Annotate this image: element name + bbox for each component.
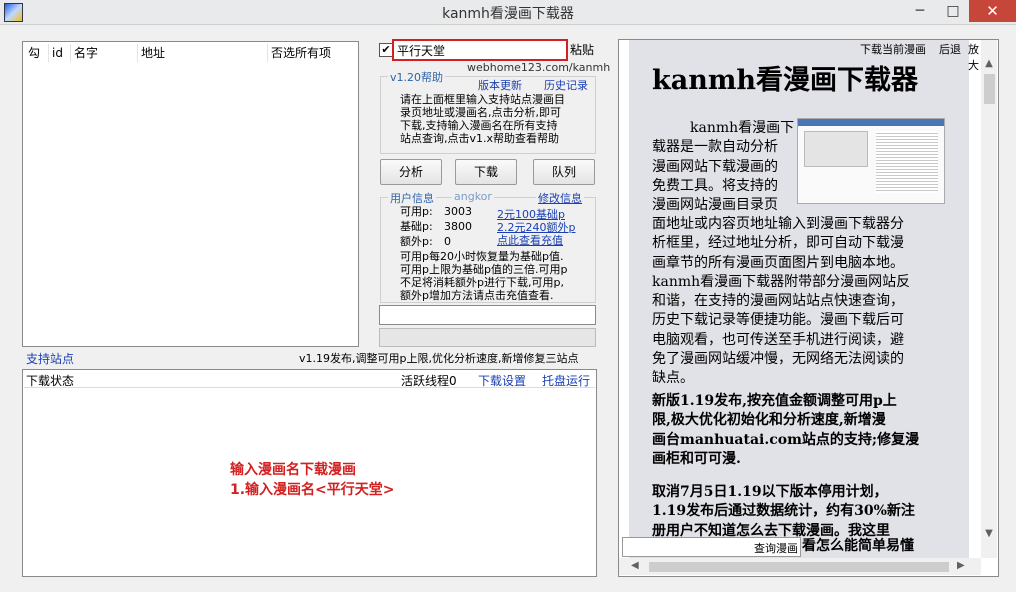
back-button[interactable]: 后退 bbox=[939, 41, 961, 57]
browser-content: 下载当前漫画 后退 放大 kanmh看漫画下载器 kanmh看漫画下 载器是一款… bbox=[619, 40, 981, 558]
history-link[interactable]: 历史记录 bbox=[544, 77, 588, 93]
download-panel[interactable]: 下载状态 活跃线程0 下载设置 托盘运行 输入漫画名下载漫画 1.输入漫画名<平… bbox=[22, 369, 597, 577]
vertical-scroll-thumb[interactable] bbox=[984, 74, 995, 104]
annotation-line: 1.输入漫画名<平行天堂> bbox=[230, 482, 395, 498]
task-list[interactable]: 勾 id 名字 地址 否选所有项 bbox=[22, 41, 359, 347]
note-line: 不足将消耗额外p进行下载,可用p, bbox=[400, 276, 564, 289]
scroll-right-icon[interactable]: ▶ bbox=[957, 560, 965, 571]
doc-line: 1.19发布后通过数据统计，约有30%新注 bbox=[652, 503, 915, 520]
status-textbox[interactable] bbox=[379, 305, 596, 325]
base-p-value: 3800 bbox=[444, 220, 472, 233]
help-text: 请在上面框里输入支持站点漫画目 录页地址或漫画名,点击分析,即可 下载,支持输入… bbox=[400, 93, 592, 145]
header-divider bbox=[24, 387, 595, 388]
close-button[interactable]: ✕ bbox=[969, 0, 1016, 22]
doc-title: kanmh看漫画下载器 bbox=[652, 65, 919, 96]
doc-line: 和谐，在支持的漫画网站站点快速查询， bbox=[652, 293, 904, 310]
update-paragraph: 新版1.19发布,按充值金额调整可用p上 限,极大优化初始化和分析速度,新增漫 … bbox=[652, 392, 976, 469]
doc-line: 缺点。 bbox=[652, 370, 694, 387]
thumbnail-text bbox=[876, 131, 938, 193]
queue-button[interactable]: 队列 bbox=[533, 159, 595, 185]
browser-panel[interactable]: 下载当前漫画 后退 放大 kanmh看漫画下载器 kanmh看漫画下 载器是一款… bbox=[618, 39, 999, 577]
scroll-up-icon[interactable]: ▲ bbox=[981, 58, 997, 69]
thumbnail-list bbox=[804, 131, 868, 167]
download-button[interactable]: 下载 bbox=[455, 159, 517, 185]
doc-line: 漫画网站漫画目录页 bbox=[652, 197, 778, 214]
scroll-left-icon[interactable]: ◀ bbox=[631, 560, 639, 571]
query-button[interactable]: 查询漫画 bbox=[754, 540, 798, 556]
help-line: 请在上面框里输入支持站点漫画目 bbox=[400, 93, 565, 106]
doc-line: 画章节的所有漫画页面图片到电脑本地。 bbox=[652, 254, 904, 271]
release-note: v1.19发布,调整可用p上限,优化分析速度,新增修复三站点 bbox=[299, 352, 579, 365]
doc-line: 新版1.19发布,按充值金额调整可用p上 bbox=[652, 393, 897, 409]
available-p-value: 3003 bbox=[444, 205, 472, 218]
doc-line: 画柜和可可漫. bbox=[652, 450, 741, 467]
paste-button[interactable]: 粘贴 bbox=[570, 41, 594, 58]
progress-bar bbox=[379, 328, 596, 347]
doc-line: 画台manhuatai.com站点的支持;修复漫 bbox=[652, 431, 920, 448]
comic-name-value: 平行天堂 bbox=[397, 44, 446, 58]
doc-line: 免了漫画网站缓冲慢，无网络无法阅读的 bbox=[652, 351, 904, 368]
p-note: 可用p每20小时恢复量为基础p值. 可用p上限为基础p值的三倍.可用p 不足将消… bbox=[400, 250, 594, 302]
doc-line: 载器是一款自动分析 bbox=[652, 139, 778, 156]
annotation: 输入漫画名下载漫画 1.输入漫画名<平行天堂> bbox=[230, 460, 395, 500]
support-sites-link[interactable]: 支持站点 bbox=[26, 350, 74, 367]
thumbnail-titlebar bbox=[798, 119, 944, 126]
doc-line: kanmh看漫画下载器附带部分漫画网站反 bbox=[652, 273, 911, 290]
scroll-down-icon[interactable]: ▼ bbox=[981, 528, 997, 539]
horizontal-scrollbar[interactable]: ◀ ▶ bbox=[619, 558, 981, 575]
help-line: 录页地址或漫画名,点击分析,即可 bbox=[400, 106, 561, 119]
extra-p-value: 0 bbox=[444, 235, 451, 248]
doc-line: 漫画网站下载漫画的 bbox=[652, 158, 778, 175]
doc-line: 免费工具。将支持的 bbox=[652, 177, 778, 194]
recharge-link-3[interactable]: 点此查看充值 bbox=[497, 232, 563, 248]
note-line: 额外p增加方法请点击充值查看. bbox=[400, 289, 554, 302]
zoom-button[interactable]: 放大 bbox=[968, 41, 981, 73]
user-info-label: 用户信息 bbox=[388, 190, 436, 206]
vertical-scrollbar[interactable]: ▲ ▼ bbox=[981, 40, 997, 558]
enable-checkbox[interactable]: ✔ bbox=[379, 43, 393, 57]
note-line: 可用p上限为基础p值的三倍.可用p bbox=[400, 263, 568, 276]
doc-line: 取消7月5日1.19以下版本停用计划， bbox=[652, 484, 888, 500]
screenshot-thumbnail bbox=[797, 118, 945, 204]
intro-paragraph: kanmh看漫画下 载器是一款自动分析 漫画网站下载漫画的 免费工具。将支持的 … bbox=[652, 119, 794, 215]
help-line: 站点查询,点击v1.x帮助查看帮助 bbox=[400, 132, 560, 145]
maximize-button[interactable]: □ bbox=[936, 0, 970, 22]
edit-info-link[interactable]: 修改信息 bbox=[536, 190, 584, 206]
extra-p-label: 额外p: bbox=[400, 235, 433, 248]
notice-paragraph: 取消7月5日1.19以下版本停用计划， 1.19发布后通过数据统计，约有30%新… bbox=[652, 483, 976, 541]
query-input[interactable]: 查询漫画 bbox=[622, 537, 801, 557]
username: angkor bbox=[452, 190, 494, 203]
help-line: 下载,支持输入漫画名在所有支持 bbox=[400, 119, 558, 132]
doc-line: kanmh看漫画下 bbox=[690, 120, 795, 136]
annotation-line: 输入漫画名下载漫画 bbox=[230, 462, 356, 478]
body-paragraph: 面地址或内容页地址输入到漫画下载器分 析框里，经过地址分析，即可自动下载漫 画章… bbox=[652, 215, 976, 389]
horizontal-scroll-thumb[interactable] bbox=[649, 562, 949, 572]
column-address[interactable]: 地址 bbox=[138, 44, 268, 62]
doc-line: 析框里，经过地址分析，即可自动下载漫 bbox=[652, 235, 904, 252]
column-select-all[interactable]: 否选所有项 bbox=[268, 44, 356, 62]
available-p-label: 可用p: bbox=[400, 205, 433, 218]
doc-line: 历史下载记录等便捷功能。漫画下载后可 bbox=[652, 312, 904, 329]
column-id[interactable]: id bbox=[49, 44, 71, 62]
doc-line: 面地址或内容页地址输入到漫画下载器分 bbox=[652, 216, 904, 232]
column-name[interactable]: 名字 bbox=[71, 44, 138, 62]
base-p-label: 基础p: bbox=[400, 220, 433, 233]
site-url[interactable]: webhome123.com/kanmh bbox=[467, 61, 610, 74]
column-check[interactable]: 勾 bbox=[25, 44, 49, 62]
comic-name-input[interactable]: 平行天堂 bbox=[392, 39, 568, 61]
minimize-button[interactable]: ─ bbox=[903, 0, 937, 22]
window-title: kanmh看漫画下载器 bbox=[442, 6, 574, 22]
version-update-link[interactable]: 版本更新 bbox=[478, 77, 522, 93]
note-line: 可用p每20小时恢复量为基础p值. bbox=[400, 250, 564, 263]
doc-line: 电脑观看，也可传送至手机进行阅读，避 bbox=[652, 331, 904, 348]
help-group-label: v1.20帮助 bbox=[388, 69, 446, 85]
download-current-button[interactable]: 下载当前漫画 bbox=[860, 41, 926, 57]
doc-line: 限,极大优化初始化和分析速度,新增漫 bbox=[652, 412, 886, 429]
analyze-button[interactable]: 分析 bbox=[380, 159, 442, 185]
last-line-tail: 看怎么能简单易懂 bbox=[802, 538, 914, 554]
